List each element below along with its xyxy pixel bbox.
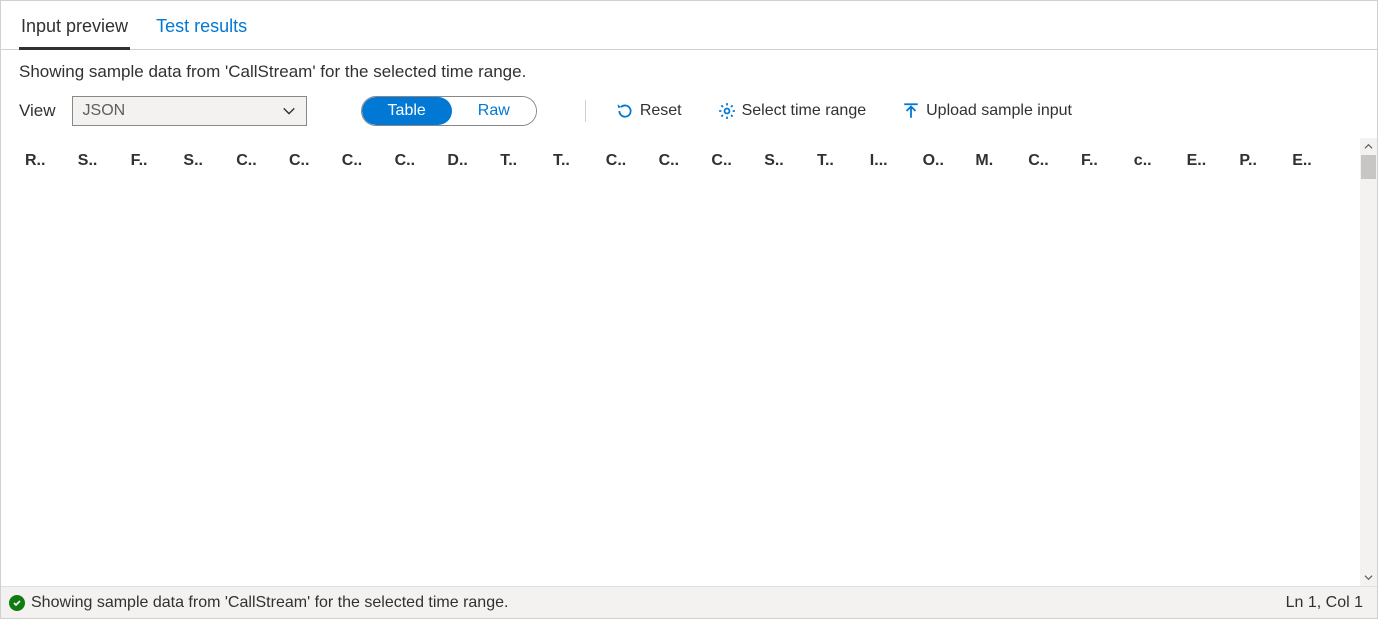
column-header[interactable]: F.. xyxy=(127,138,180,184)
status-message: Showing sample data from 'CallStream' fo… xyxy=(31,594,508,612)
separator xyxy=(585,100,586,122)
column-header[interactable]: I... xyxy=(866,138,919,184)
subtitle-text: Showing sample data from 'CallStream' fo… xyxy=(1,50,1377,90)
column-header[interactable]: S.. xyxy=(74,138,127,184)
column-header[interactable]: E.. xyxy=(1183,138,1236,184)
scroll-up-button[interactable] xyxy=(1360,138,1377,155)
column-header[interactable]: E.. xyxy=(1288,138,1341,184)
column-header[interactable]: D.. xyxy=(443,138,496,184)
scroll-down-button[interactable] xyxy=(1360,569,1377,586)
column-header[interactable]: T.. xyxy=(496,138,549,184)
column-header[interactable]: c.. xyxy=(1130,138,1183,184)
tab-strip: Input preview Test results xyxy=(1,1,1377,50)
column-header[interactable]: C.. xyxy=(338,138,391,184)
success-icon xyxy=(9,595,25,611)
upload-sample-input-action[interactable]: Upload sample input xyxy=(902,102,1072,120)
cursor-position: Ln 1, Col 1 xyxy=(1286,594,1363,612)
column-header[interactable]: O.. xyxy=(919,138,972,184)
column-header[interactable]: R.. xyxy=(21,138,74,184)
column-header[interactable]: S.. xyxy=(760,138,813,184)
data-table-wrap: R..S..F..S..C..C..C..C..D..T..T..C..C..C… xyxy=(1,138,1377,586)
reset-icon xyxy=(616,102,634,120)
chevron-down-icon xyxy=(282,104,296,118)
column-header[interactable]: C.. xyxy=(1024,138,1077,184)
data-table: R..S..F..S..C..C..C..C..D..T..T..C..C..C… xyxy=(21,138,1341,184)
column-header[interactable]: T.. xyxy=(813,138,866,184)
controls-row: View JSON Table Raw Reset Select time ra… xyxy=(1,90,1377,138)
view-format-dropdown[interactable]: JSON xyxy=(72,96,307,126)
upload-sample-input-label: Upload sample input xyxy=(926,102,1072,120)
toggle-table[interactable]: Table xyxy=(362,97,452,125)
column-header[interactable]: C.. xyxy=(655,138,708,184)
tab-test-results[interactable]: Test results xyxy=(154,10,249,50)
column-header[interactable]: C.. xyxy=(391,138,444,184)
column-header[interactable]: C.. xyxy=(707,138,760,184)
select-time-range-action[interactable]: Select time range xyxy=(718,102,867,120)
tab-input-preview[interactable]: Input preview xyxy=(19,10,130,50)
reset-label: Reset xyxy=(640,102,682,120)
upload-icon xyxy=(902,102,920,120)
table-raw-toggle: Table Raw xyxy=(361,96,537,126)
column-header[interactable]: M. xyxy=(971,138,1024,184)
column-header[interactable]: F.. xyxy=(1077,138,1130,184)
column-header[interactable]: P.. xyxy=(1235,138,1288,184)
reset-action[interactable]: Reset xyxy=(616,102,682,120)
status-bar: Showing sample data from 'CallStream' fo… xyxy=(1,586,1377,618)
view-label: View xyxy=(19,101,56,121)
vertical-scrollbar[interactable] xyxy=(1360,138,1377,586)
column-header[interactable]: S.. xyxy=(179,138,232,184)
column-header[interactable]: T.. xyxy=(549,138,602,184)
scroll-thumb[interactable] xyxy=(1361,155,1376,179)
column-header[interactable]: C.. xyxy=(285,138,338,184)
select-time-range-label: Select time range xyxy=(742,102,867,120)
view-format-value: JSON xyxy=(83,102,126,120)
toggle-raw[interactable]: Raw xyxy=(452,97,536,125)
preview-panel: Input preview Test results Showing sampl… xyxy=(0,0,1378,619)
gear-icon xyxy=(718,102,736,120)
column-header[interactable]: C.. xyxy=(232,138,285,184)
column-header[interactable]: C.. xyxy=(602,138,655,184)
